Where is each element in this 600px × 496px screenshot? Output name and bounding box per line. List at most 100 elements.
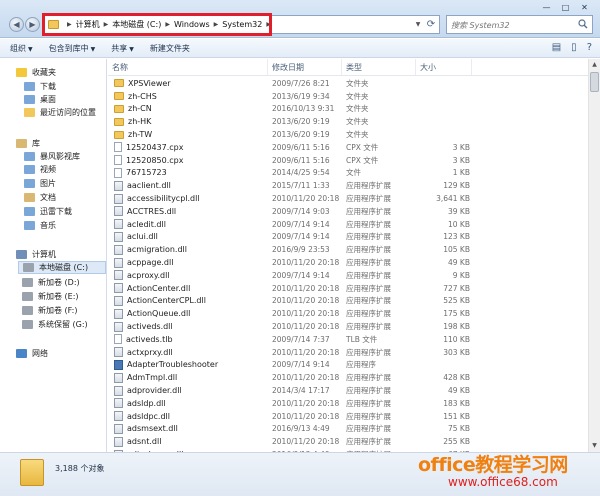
share-button[interactable]: 共享 ▼ [105,43,140,54]
nav-desktop[interactable]: 桌面 [24,93,56,106]
file-row[interactable]: adsldpc.dll 2010/11/20 20:18 应用程序扩展 151 KB [108,410,588,423]
nav-thunder-downloads[interactable]: 迅雷下载 [24,205,72,218]
file-row[interactable]: aclui.dll 2009/7/14 9:14 应用程序扩展 123 KB [108,231,588,244]
chevron-right-icon[interactable]: ▶ [104,21,109,28]
file-row[interactable]: acproxy.dll 2009/7/14 9:14 应用程序扩展 9 KB [108,269,588,282]
file-type: 应用程序扩展 [346,181,391,191]
file-row[interactable]: actxprxy.dll 2010/11/20 20:18 应用程序扩展 303 KB [108,346,588,359]
file-row[interactable]: acledit.dll 2009/7/14 9:14 应用程序扩展 10 KB [108,218,588,231]
file-type: 文件夹 [346,117,369,127]
vertical-scrollbar[interactable]: ▲ ▼ [588,59,600,452]
column-header-date[interactable]: 修改日期 [268,59,342,75]
scroll-thumb[interactable] [590,72,599,92]
nav-pictures[interactable]: 图片 [24,177,56,190]
organize-button[interactable]: 组织 ▼ [4,43,39,54]
search-input[interactable] [451,18,571,32]
file-name: aaclient.dll [127,181,171,191]
nav-libraries[interactable]: 库 [16,137,40,150]
file-row[interactable]: ACCTRES.dll 2009/7/14 9:03 应用程序扩展 39 KB [108,205,588,218]
search-box[interactable] [446,15,593,34]
back-button[interactable]: ◀ [9,17,24,32]
nav-favorites[interactable]: 收藏夹 [16,66,56,79]
nav-local-disk-c[interactable]: 本地磁盘 (C:) [18,261,106,274]
chevron-right-icon[interactable]: ▶ [266,21,271,28]
file-type: 文件夹 [346,78,369,88]
file-type: 应用程序扩展 [346,437,391,447]
breadcrumb-windows[interactable]: Windows [174,20,210,29]
help-icon[interactable]: ? [587,42,592,53]
file-row[interactable]: zh-HK 2013/6/20 9:19 文件夹 [108,115,588,128]
file-row[interactable]: adsmsext.dll 2016/9/13 4:49 应用程序扩展 75 KB [108,423,588,436]
file-row[interactable]: ActionCenter.dll 2010/11/20 20:18 应用程序扩展 72… [108,282,588,295]
file-row[interactable]: acmigration.dll 2016/9/9 23:53 应用程序扩展 105 K… [108,243,588,256]
file-type: 应用程序扩展 [346,270,391,280]
nav-volume-f[interactable]: 新加卷 (F:) [22,304,77,317]
file-row[interactable]: AdapterTroubleshooter 2009/7/14 9:14 应用程序 [108,359,588,372]
file-type: 应用程序扩展 [346,296,391,306]
file-row[interactable]: adsnt.dll 2010/11/20 20:18 应用程序扩展 255 KB [108,435,588,448]
nav-videos[interactable]: 视频 [24,163,56,176]
file-date: 2013/6/20 9:19 [272,117,330,127]
new-folder-button[interactable]: 新建文件夹 [144,43,196,54]
minimize-button[interactable]: — [537,2,556,15]
file-date: 2010/11/20 20:18 [272,411,340,421]
file-row[interactable]: aaclient.dll 2015/7/11 1:33 应用程序扩展 129 KB [108,179,588,192]
computer-icon [16,250,27,259]
file-date: 2016/10/13 9:31 [272,104,335,114]
file-row[interactable]: AdmTmpl.dll 2010/11/20 20:18 应用程序扩展 428 KB [108,371,588,384]
breadcrumb-system32[interactable]: System32 [222,20,262,29]
file-size: 9 KB [452,270,470,280]
file-row[interactable]: 12520850.cpx 2009/6/11 5:16 CPX 文件 3 KB [108,154,588,167]
file-row[interactable]: acppage.dll 2010/11/20 20:18 应用程序扩展 49 KB [108,256,588,269]
breadcrumb-computer[interactable]: 计算机 [76,19,100,30]
command-bar: 组织 ▼ 包含到库中 ▼ 共享 ▼ 新建文件夹 ▤ ▯ ? [0,39,600,58]
nav-volume-d[interactable]: 新加卷 (D:) [22,276,80,289]
nav-recent-places[interactable]: 最近访问的位置 [24,106,96,119]
nav-music[interactable]: 音乐 [24,219,56,232]
file-row[interactable]: ActionCenterCPL.dll 2010/11/20 20:18 应用程序扩… [108,295,588,308]
chevron-right-icon[interactable]: ▶ [214,21,219,28]
chevron-right-icon[interactable]: ▶ [165,21,170,28]
scroll-up-icon[interactable]: ▲ [589,59,600,71]
preview-pane-icon[interactable]: ▯ [571,42,577,53]
nav-documents[interactable]: 文档 [24,191,56,204]
chevron-down-icon[interactable]: ▼ [413,16,423,33]
media-library-icon [24,152,35,161]
file-row[interactable]: XPSViewer 2009/7/26 8:21 文件夹 [108,77,588,90]
refresh-icon[interactable]: ⟳ [425,16,437,33]
file-row[interactable]: adprovider.dll 2014/3/4 17:17 应用程序扩展 49 KB [108,384,588,397]
nav-computer[interactable]: 计算机 [16,248,56,261]
file-rows: XPSViewer 2009/7/26 8:21 文件夹 zh-CHS 2013/6/1… [108,77,588,452]
nav-storm-library[interactable]: 暴风影视库 [24,150,80,163]
file-row[interactable]: activeds.dll 2010/11/20 20:18 应用程序扩展 198 KB [108,320,588,333]
file-name: XPSViewer [128,78,171,88]
address-bar[interactable]: ▶ 计算机 ▶ 本地磁盘 (C:) ▶ Windows ▶ System32 ▶… [44,15,440,34]
forward-button[interactable]: ▶ [25,17,40,32]
include-in-library-button[interactable]: 包含到库中 ▼ [43,43,102,54]
column-header-name[interactable]: 名称 [108,59,268,75]
breadcrumb-local-disk[interactable]: 本地磁盘 (C:) [112,19,161,30]
chevron-right-icon[interactable]: ▶ [67,21,72,28]
dll-file-icon [114,308,123,319]
file-row[interactable]: zh-CHS 2013/6/19 9:34 文件夹 [108,90,588,103]
file-row[interactable]: 12520437.cpx 2009/6/11 5:16 CPX 文件 3 KB [108,141,588,154]
nav-downloads[interactable]: 下载 [24,80,56,93]
maximize-button[interactable]: □ [556,2,575,15]
view-options-icon[interactable]: ▤ [552,42,561,53]
column-header-type[interactable]: 类型 [342,59,416,75]
nav-volume-e[interactable]: 新加卷 (E:) [22,290,79,303]
file-row[interactable]: accessibilitycpl.dll 2010/11/20 20:18 应用程序… [108,192,588,205]
close-button[interactable]: ✕ [575,2,594,15]
column-header-size[interactable]: 大小 [416,59,472,75]
nav-system-reserved-g[interactable]: 系统保留 (G:) [22,318,88,331]
file-row[interactable]: zh-CN 2016/10/13 9:31 文件夹 [108,103,588,116]
file-row[interactable]: activeds.tlb 2009/7/14 7:37 TLB 文件 110 KB [108,333,588,346]
file-row[interactable]: ActionQueue.dll 2010/11/20 20:18 应用程序扩展 175… [108,307,588,320]
nav-network[interactable]: 网络 [16,347,48,360]
scroll-down-icon[interactable]: ▼ [589,440,600,452]
file-row[interactable]: 76715723 2014/4/25 9:54 文件 1 KB [108,167,588,180]
file-type: 应用程序扩展 [346,232,391,242]
file-row[interactable]: adsldp.dll 2010/11/20 20:18 应用程序扩展 183 KB [108,397,588,410]
dll-file-icon [114,385,123,396]
file-row[interactable]: zh-TW 2013/6/20 9:19 文件夹 [108,128,588,141]
